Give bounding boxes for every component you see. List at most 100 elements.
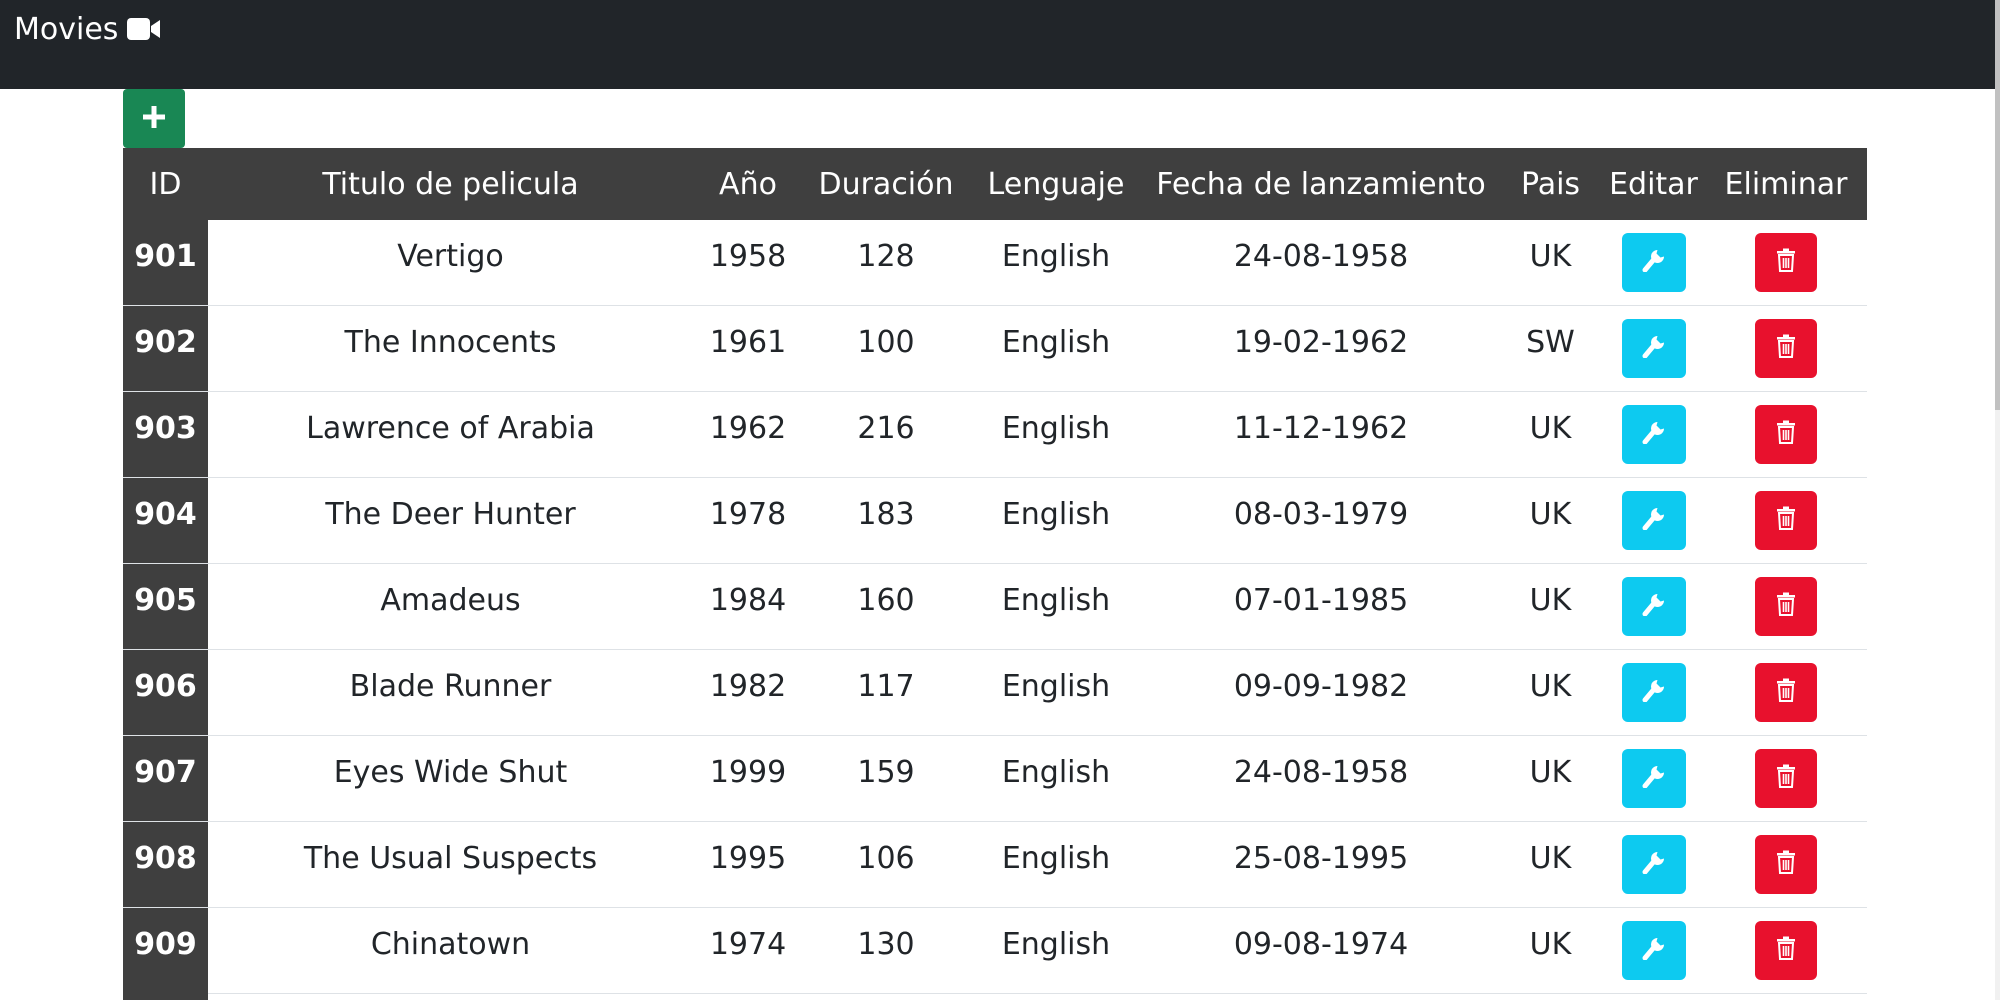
trash-icon bbox=[1775, 933, 1797, 968]
movie-release-date: 19-02-1962 bbox=[1233, 325, 1409, 360]
movie-country: UK bbox=[1529, 669, 1572, 704]
edit-cell bbox=[1602, 478, 1705, 563]
movie-language: English bbox=[1001, 927, 1111, 962]
trash-icon bbox=[1775, 675, 1797, 710]
delete-cell bbox=[1705, 908, 1867, 993]
header-country: Pais bbox=[1520, 166, 1581, 202]
edit-button[interactable] bbox=[1621, 491, 1686, 550]
delete-cell bbox=[1705, 736, 1867, 821]
scrollbar-thumb[interactable] bbox=[1995, 0, 2000, 410]
movie-year: 1958 bbox=[709, 239, 787, 274]
movie-language: English bbox=[1001, 239, 1111, 274]
movie-title: Blade Runner bbox=[349, 669, 552, 704]
edit-button[interactable] bbox=[1621, 835, 1686, 894]
movie-title: Amadeus bbox=[380, 583, 521, 618]
movie-country: UK bbox=[1529, 755, 1572, 790]
movie-duration: 106 bbox=[857, 841, 915, 876]
brand-label: Movies bbox=[14, 11, 119, 47]
header-duration: Duración bbox=[818, 166, 954, 202]
movie-title: Chinatown bbox=[370, 927, 531, 962]
header-language: Lenguaje bbox=[987, 166, 1125, 202]
movie-language: English bbox=[1001, 325, 1111, 360]
movie-release-date: 07-01-1985 bbox=[1233, 583, 1409, 618]
header-title: Titulo de pelicula bbox=[322, 166, 579, 202]
movie-title: The Usual Suspects bbox=[303, 841, 598, 876]
edit-cell bbox=[1602, 306, 1705, 391]
delete-cell bbox=[1705, 220, 1867, 305]
edit-button[interactable] bbox=[1621, 663, 1686, 722]
delete-button[interactable] bbox=[1755, 663, 1817, 722]
movie-id: 901 bbox=[123, 220, 208, 305]
delete-cell bbox=[1705, 822, 1867, 907]
movie-country: UK bbox=[1529, 841, 1572, 876]
delete-button[interactable] bbox=[1755, 233, 1817, 292]
delete-button[interactable] bbox=[1755, 921, 1817, 980]
edit-button[interactable] bbox=[1621, 319, 1686, 378]
edit-button[interactable] bbox=[1621, 233, 1686, 292]
edit-button[interactable] bbox=[1621, 405, 1686, 464]
movie-language: English bbox=[1001, 669, 1111, 704]
top-navbar: Movies bbox=[0, 0, 1995, 89]
delete-cell bbox=[1705, 306, 1867, 391]
header-release-date: Fecha de lanzamiento bbox=[1156, 166, 1486, 202]
wrench-icon bbox=[1641, 245, 1667, 280]
movie-language: English bbox=[1001, 497, 1111, 532]
movie-language: English bbox=[1001, 583, 1111, 618]
movie-duration: 183 bbox=[857, 497, 915, 532]
movie-year: 1978 bbox=[709, 497, 787, 532]
delete-button[interactable] bbox=[1755, 749, 1817, 808]
wrench-icon bbox=[1641, 503, 1667, 538]
movie-language: English bbox=[1001, 841, 1111, 876]
delete-button[interactable] bbox=[1755, 577, 1817, 636]
movies-table: ID Titulo de pelicula Año Duración Lengu… bbox=[123, 148, 1867, 994]
movie-release-date: 24-08-1958 bbox=[1233, 755, 1409, 790]
trash-icon bbox=[1775, 417, 1797, 452]
edit-button[interactable] bbox=[1621, 921, 1686, 980]
delete-button[interactable] bbox=[1755, 835, 1817, 894]
edit-cell bbox=[1602, 392, 1705, 477]
edit-button[interactable] bbox=[1621, 577, 1686, 636]
movie-title: Lawrence of Arabia bbox=[306, 411, 595, 446]
movie-id: 908 bbox=[123, 822, 208, 907]
movie-duration: 128 bbox=[857, 239, 915, 274]
brand-link[interactable]: Movies bbox=[14, 10, 162, 48]
movie-release-date: 08-03-1979 bbox=[1233, 497, 1409, 532]
trash-icon bbox=[1775, 503, 1797, 538]
table-body: 901 Vertigo 1958 128 English 24-08-1958 … bbox=[123, 220, 1867, 994]
delete-button[interactable] bbox=[1755, 405, 1817, 464]
trash-icon bbox=[1775, 589, 1797, 624]
movie-country: SW bbox=[1526, 325, 1575, 360]
movie-language: English bbox=[1001, 755, 1111, 790]
movie-title: The Deer Hunter bbox=[325, 497, 576, 532]
movie-title: The Innocents bbox=[344, 325, 557, 360]
table-row: 908 The Usual Suspects 1995 106 English … bbox=[123, 822, 1867, 908]
header-edit: Editar bbox=[1609, 166, 1698, 202]
add-movie-button[interactable] bbox=[123, 89, 185, 148]
table-row: 907 Eyes Wide Shut 1999 159 English 24-0… bbox=[123, 736, 1867, 822]
table-row: 909 Chinatown 1974 130 English 09-08-197… bbox=[123, 908, 1867, 994]
movie-year: 1984 bbox=[709, 583, 787, 618]
movie-year: 1974 bbox=[709, 927, 787, 962]
edit-cell bbox=[1602, 650, 1705, 735]
edit-cell bbox=[1602, 822, 1705, 907]
edit-cell bbox=[1602, 736, 1705, 821]
delete-button[interactable] bbox=[1755, 491, 1817, 550]
trash-icon bbox=[1775, 331, 1797, 366]
movie-country: UK bbox=[1529, 927, 1572, 962]
trash-icon bbox=[1775, 847, 1797, 882]
table-row: 901 Vertigo 1958 128 English 24-08-1958 … bbox=[123, 220, 1867, 306]
delete-button[interactable] bbox=[1755, 319, 1817, 378]
vertical-scrollbar[interactable] bbox=[1995, 0, 2000, 1000]
movie-year: 1995 bbox=[709, 841, 787, 876]
edit-button[interactable] bbox=[1621, 749, 1686, 808]
wrench-icon bbox=[1641, 933, 1667, 968]
header-year: Año bbox=[719, 166, 777, 202]
movie-release-date: 09-09-1982 bbox=[1233, 669, 1409, 704]
movie-language: English bbox=[1001, 411, 1111, 446]
wrench-icon bbox=[1641, 761, 1667, 796]
movie-year: 1961 bbox=[709, 325, 787, 360]
wrench-icon bbox=[1641, 331, 1667, 366]
movie-release-date: 11-12-1962 bbox=[1233, 411, 1409, 446]
movie-id: 905 bbox=[123, 564, 208, 649]
delete-cell bbox=[1705, 392, 1867, 477]
